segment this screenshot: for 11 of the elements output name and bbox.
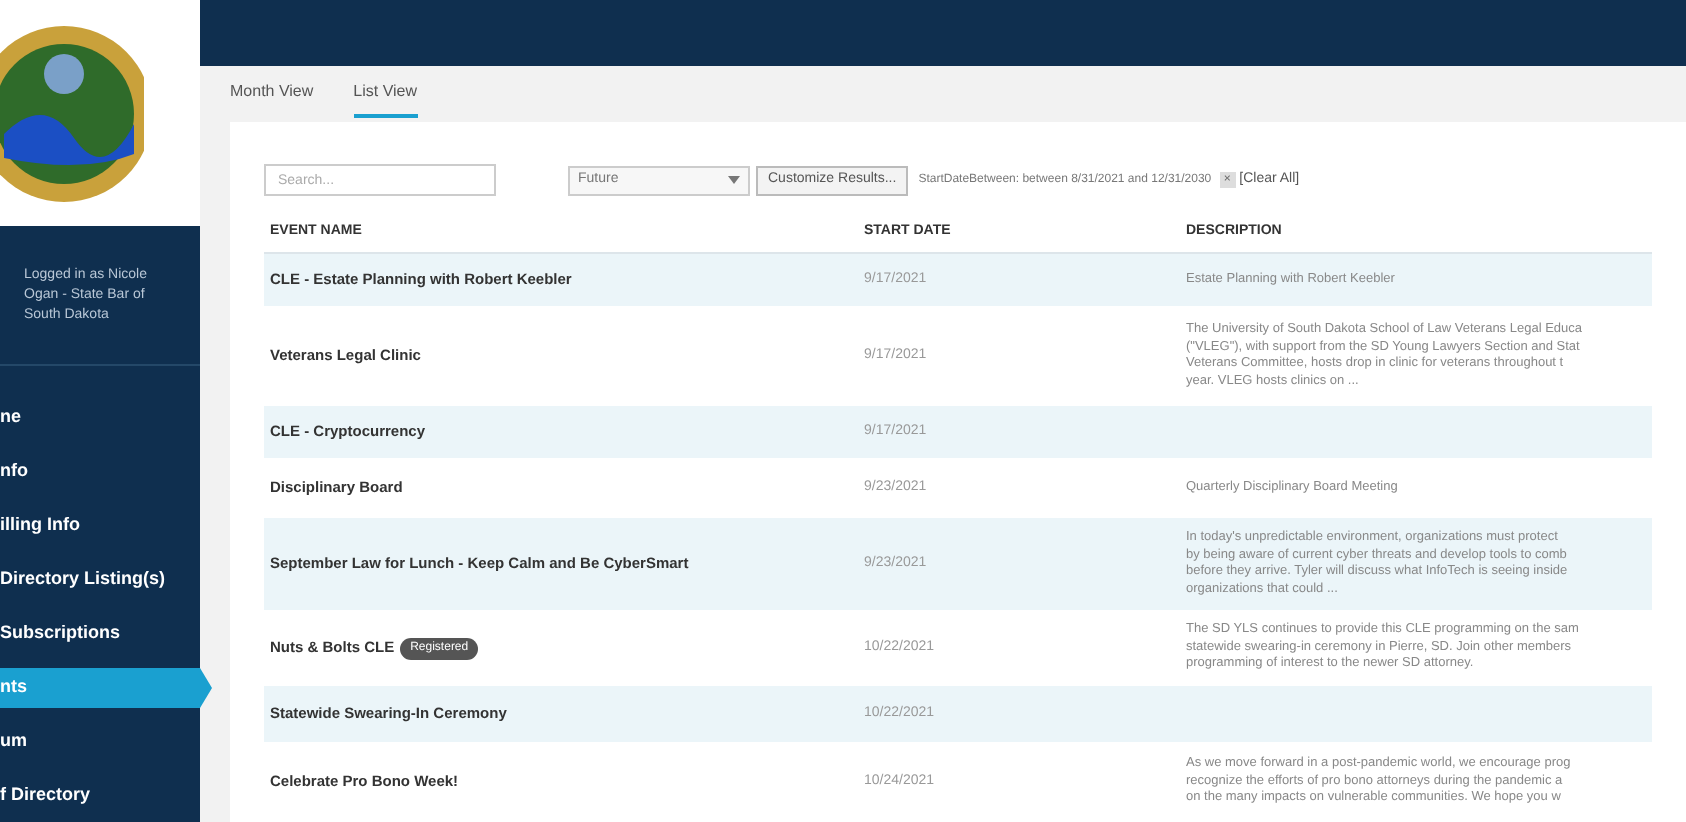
nav-item[interactable]: um [0, 722, 200, 762]
nav-item[interactable]: Subscriptions [0, 614, 200, 654]
nav-item[interactable]: nfo [0, 452, 200, 492]
nav-item[interactable]: f Directory [0, 776, 200, 816]
chevron-down-icon [728, 176, 740, 184]
view-tab[interactable]: Month View [230, 70, 314, 118]
active-pointer-icon [200, 668, 212, 708]
nav-item[interactable]: illing Info [0, 506, 200, 546]
nav-item[interactable]: Directory Listing(s) [0, 560, 200, 600]
view-tab[interactable]: List View [353, 70, 418, 118]
nav-item[interactable]: ne [0, 398, 200, 438]
